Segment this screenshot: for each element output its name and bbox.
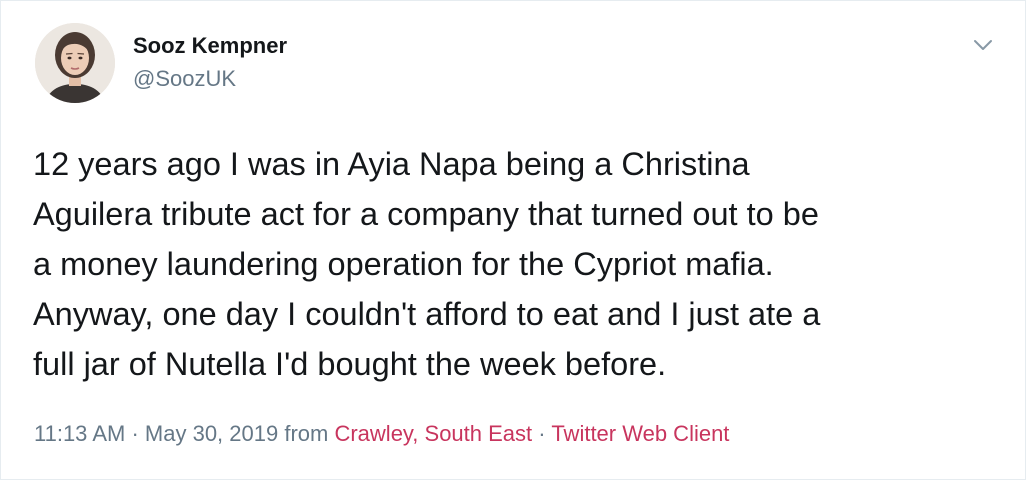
tweet-text-line: 12 years ago I was in Ayia Napa being a … — [33, 146, 750, 182]
tweet-menu-button[interactable] — [965, 27, 1001, 63]
meta-separator: · — [538, 421, 546, 446]
avatar-image — [35, 23, 115, 103]
tweet-text: 12 years ago I was in Ayia Napa being a … — [33, 139, 1003, 389]
tweet-text-line: full jar of Nutella I'd bought the week … — [33, 346, 667, 382]
tweet-text-line: Aguilera tribute act for a company that … — [33, 196, 819, 232]
location-link[interactable]: Crawley, South East — [334, 421, 532, 446]
from-label: from — [284, 421, 329, 446]
avatar[interactable] — [35, 23, 115, 103]
tweet-date[interactable]: May 30, 2019 — [145, 421, 278, 446]
author-handle[interactable]: @SoozUK — [133, 66, 236, 92]
meta-separator: · — [131, 421, 139, 446]
tweet-text-line: Anyway, one day I couldn't afford to eat… — [33, 296, 821, 332]
tweet-metadata: 11:13 AM · May 30, 2019 from Crawley, So… — [34, 420, 729, 448]
tweet-card: Sooz Kempner @SoozUK 12 years ago I was … — [0, 0, 1026, 480]
client-link[interactable]: Twitter Web Client — [551, 421, 729, 446]
author-name[interactable]: Sooz Kempner — [133, 33, 287, 59]
tweet-time[interactable]: 11:13 AM — [34, 421, 125, 446]
tweet-text-line: a money laundering operation for the Cyp… — [33, 246, 774, 282]
chevron-down-icon — [974, 40, 992, 50]
